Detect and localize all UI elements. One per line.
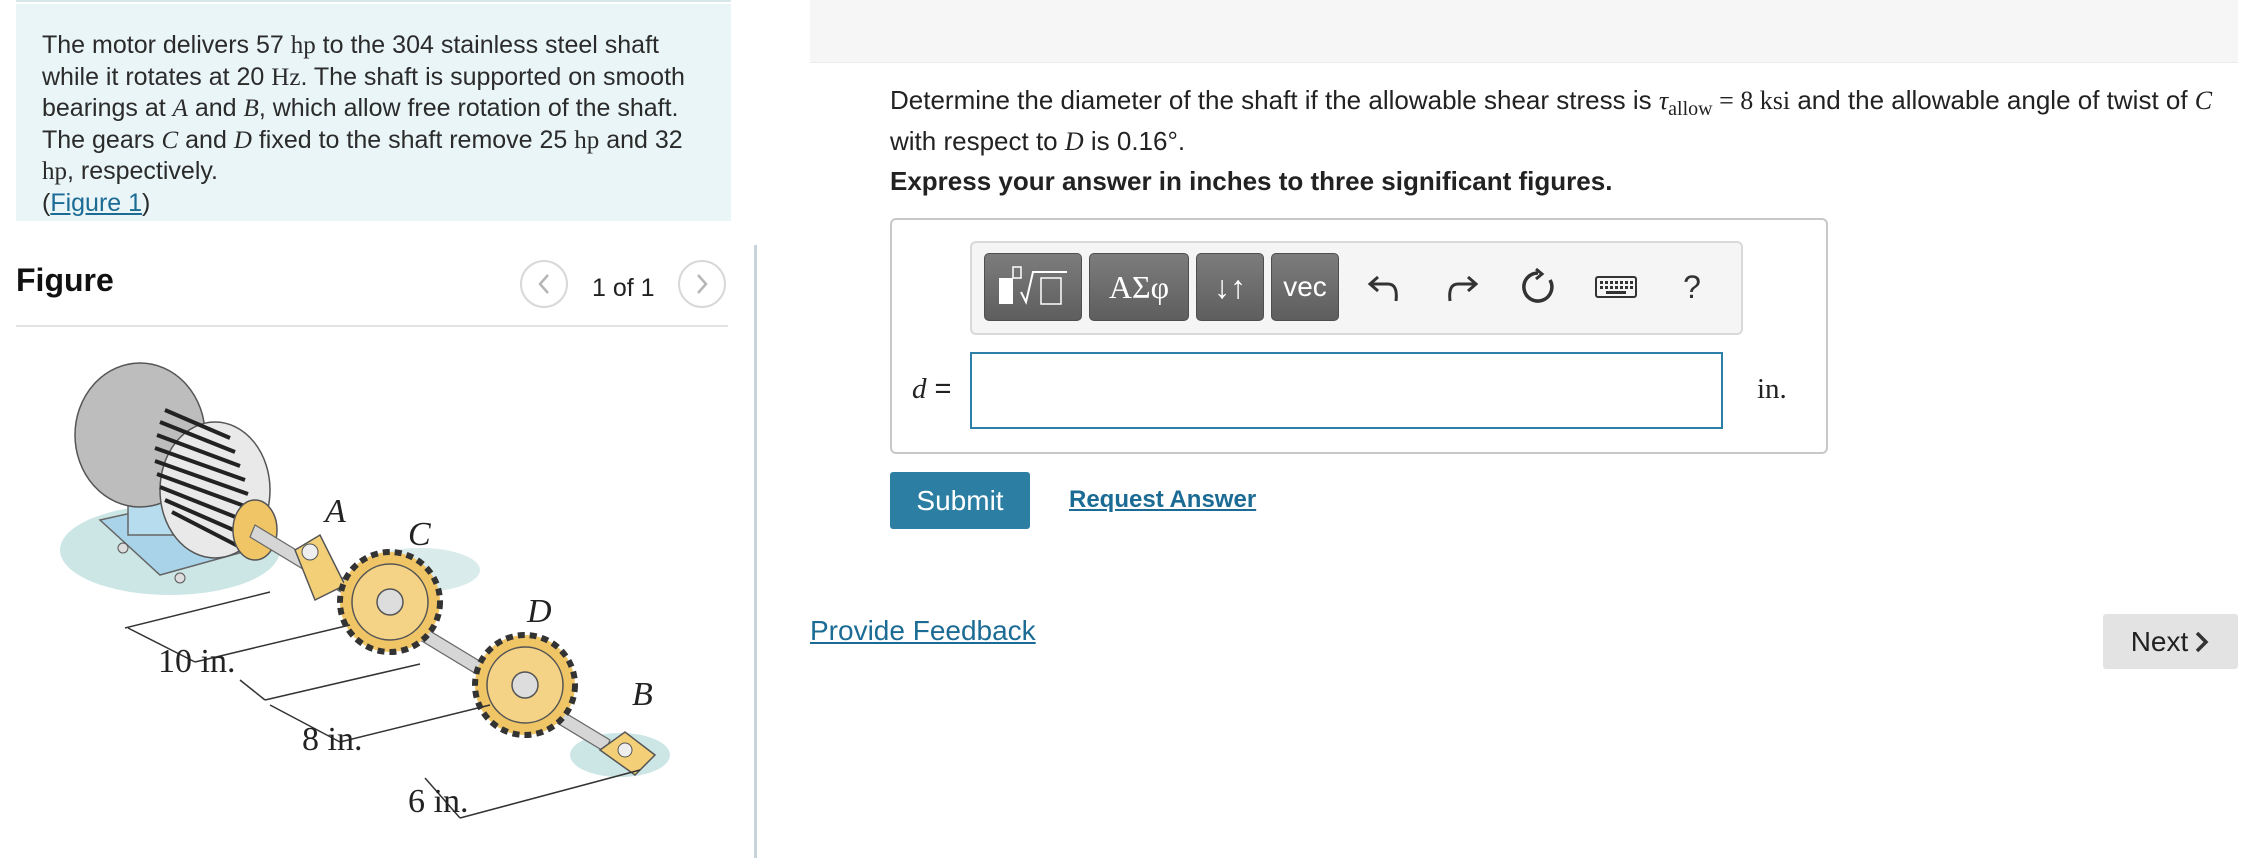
subscript-allow: allow [1668,98,1713,121]
keyboard-icon [1595,276,1637,298]
answer-variable-label: d = [912,373,952,406]
answer-unit-label: in. [1757,373,1787,405]
next-figure-button[interactable] [678,260,726,308]
previous-figure-button[interactable] [520,260,568,308]
label-c: C [408,516,431,553]
chevron-left-icon [538,274,549,294]
figure-divider [16,325,728,327]
gear-c-hub [376,588,404,616]
bolt-icon [117,542,129,554]
problem-text: , respectively. [67,157,218,185]
provide-feedback-link[interactable]: Provide Feedback [810,615,1036,647]
reset-button[interactable] [1508,257,1568,317]
symbol-c: C [2194,86,2213,115]
dim-10-in: 10 in. [158,643,235,680]
figure-heading: Figure [16,262,114,298]
question-fragment: = 8 [1712,86,1760,115]
unit-hp: hp [290,32,316,59]
chevron-right-icon [697,274,708,294]
keyboard-button[interactable] [1584,257,1648,317]
symbol-c: C [161,126,179,154]
subscript-superscript-button[interactable]: ↓↑ [1196,253,1264,321]
symbol-a: A [172,95,188,122]
problem-text: The motor delivers 57 [42,31,291,59]
question-fragment: is 0.16°. [1083,126,1186,157]
problem-text: fixed to the shaft remove 25 [251,125,575,154]
part-header [810,0,2238,63]
symbol-b: B [243,95,259,122]
unit-hz: Hz [271,63,301,91]
column-divider[interactable] [754,245,757,858]
question-fragment: with respect to [890,126,1065,157]
next-button[interactable]: Next [2103,614,2238,669]
redo-button[interactable] [1432,257,1492,317]
label-a: A [323,493,346,530]
templates-icon [999,266,1067,305]
submit-button[interactable]: Submit [890,472,1030,529]
problem-text: and [178,125,234,154]
dim-8-in: 8 in. [302,721,362,758]
math-toolbar: ΑΣφ ↓↑ vec ? [970,241,1743,335]
bearing-b-bore [617,742,633,758]
unit-hp: hp [574,126,600,154]
request-answer-link[interactable]: Request Answer [1069,486,1256,514]
equals-sign: = [926,373,952,405]
vector-button[interactable]: vec [1271,253,1339,321]
symbol-d: D [233,126,252,154]
figure-counter: 1 of 1 [592,274,655,302]
problem-top-border [16,0,731,2]
undo-button[interactable] [1354,257,1414,317]
label-d: D [526,593,552,630]
instruction-text: Express your answer in inches to three s… [890,166,1613,196]
dim-6-in: 6 in. [408,783,468,820]
reset-icon [1522,267,1554,303]
figure-link[interactable]: Figure 1 [50,189,142,217]
question-fragment: and the allowable angle of twist of [1790,85,2195,115]
symbol-d: D [1064,127,1084,157]
symbol-tau: τ [1658,86,1669,115]
problem-text: and 32 [599,125,683,154]
redo-icon [1448,275,1479,302]
answer-input[interactable] [970,352,1723,429]
problem-text: and [187,94,244,122]
undo-icon [1367,275,1398,302]
label-b: B [632,676,653,713]
templates-button[interactable] [984,253,1082,321]
gear-d-hub [511,671,539,699]
bearing-a-bore [301,543,319,561]
problem-statement: The motor delivers 57 hp to the 304 stai… [16,4,731,221]
question-fragment: Determine the diameter of the shaft if t… [890,85,1659,115]
unit-hp: hp [42,158,67,185]
question-text: Determine the diameter of the shaft if t… [890,84,2250,158]
variable-d: d [912,373,927,405]
greek-symbols-button[interactable]: ΑΣφ [1089,253,1189,321]
next-label: Next [2130,625,2189,657]
paren: ) [142,188,151,217]
unit-ksi: ksi [1759,86,1791,115]
chevron-right-icon [2196,631,2209,652]
help-button[interactable]: ? [1662,257,1722,317]
shaft-figure: A C D B 10 in. 8 in. 6 in. [60,362,670,820]
bolt-icon [174,572,186,584]
